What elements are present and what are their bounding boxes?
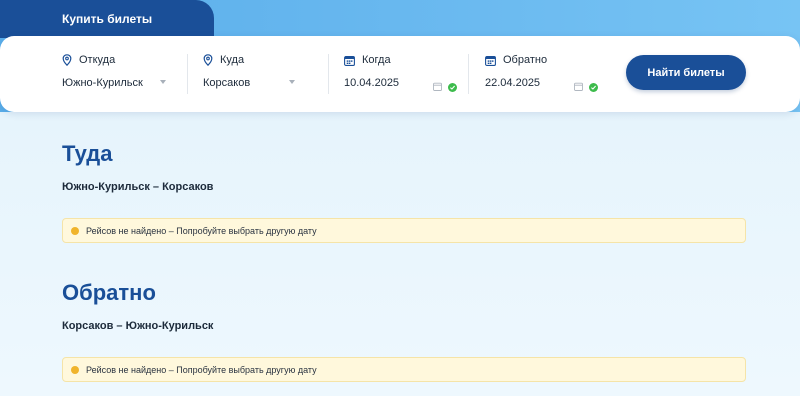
- when-date-tools: [433, 78, 457, 96]
- divider: [328, 54, 329, 94]
- from-label-row: Откуда: [62, 54, 115, 66]
- to-select-value[interactable]: Корсаков: [203, 77, 250, 89]
- divider: [187, 54, 188, 94]
- outbound-notice-text: Рейсов не найдено – Попробуйте выбрать д…: [86, 225, 317, 236]
- inbound-route: Корсаков – Южно-Курильск: [62, 320, 214, 332]
- calendar-icon: [485, 55, 496, 66]
- from-field[interactable]: Откуда Южно-Курильск: [62, 36, 172, 112]
- find-tickets-button[interactable]: Найти билеты: [626, 55, 746, 90]
- map-pin-icon: [62, 54, 72, 66]
- warning-dot-icon: [71, 226, 79, 235]
- to-label-row: Куда: [203, 54, 244, 66]
- map-pin-icon: [203, 54, 213, 66]
- outbound-title: Туда: [62, 141, 113, 166]
- inbound-notice-text: Рейсов не найдено – Попробуйте выбрать д…: [86, 364, 317, 375]
- when-label-row: Когда: [344, 54, 391, 66]
- from-label: Откуда: [79, 54, 116, 66]
- check-icon: [448, 82, 457, 92]
- inbound-title: Обратно: [62, 280, 156, 305]
- return-date-input[interactable]: 22.04.2025: [485, 77, 540, 89]
- when-label: Когда: [362, 54, 391, 66]
- buy-tickets-tab[interactable]: Купить билеты: [0, 0, 214, 38]
- small-calendar-icon[interactable]: [574, 78, 583, 96]
- from-select-value[interactable]: Южно-Курильск: [62, 77, 143, 89]
- to-label: Куда: [220, 54, 245, 66]
- from-chevron-down-icon[interactable]: [160, 80, 166, 84]
- find-tickets-button-label: Найти билеты: [647, 66, 725, 79]
- when-field[interactable]: Когда 10.04.2025: [344, 36, 464, 112]
- calendar-icon: [344, 55, 355, 66]
- warning-dot-icon: [71, 365, 79, 374]
- content-background: [0, 112, 800, 396]
- check-icon: [589, 82, 598, 92]
- small-calendar-icon[interactable]: [433, 78, 442, 96]
- return-label-row: Обратно: [485, 54, 547, 66]
- divider: [468, 54, 469, 94]
- buy-tickets-tab-label: Купить билеты: [62, 12, 153, 26]
- to-chevron-down-icon[interactable]: [289, 80, 295, 84]
- when-date-input[interactable]: 10.04.2025: [344, 77, 399, 89]
- return-date-tools: [574, 78, 598, 96]
- inbound-no-flights-notice: Рейсов не найдено – Попробуйте выбрать д…: [62, 357, 746, 382]
- outbound-no-flights-notice: Рейсов не найдено – Попробуйте выбрать д…: [62, 218, 746, 243]
- outbound-route: Южно-Курильск – Корсаков: [62, 181, 214, 193]
- return-field[interactable]: Обратно 22.04.2025: [485, 36, 605, 112]
- to-field[interactable]: Куда Корсаков: [203, 36, 303, 112]
- search-form: Откуда Южно-Курильск Куда Корсаков Когда…: [0, 36, 800, 112]
- return-label: Обратно: [503, 54, 548, 66]
